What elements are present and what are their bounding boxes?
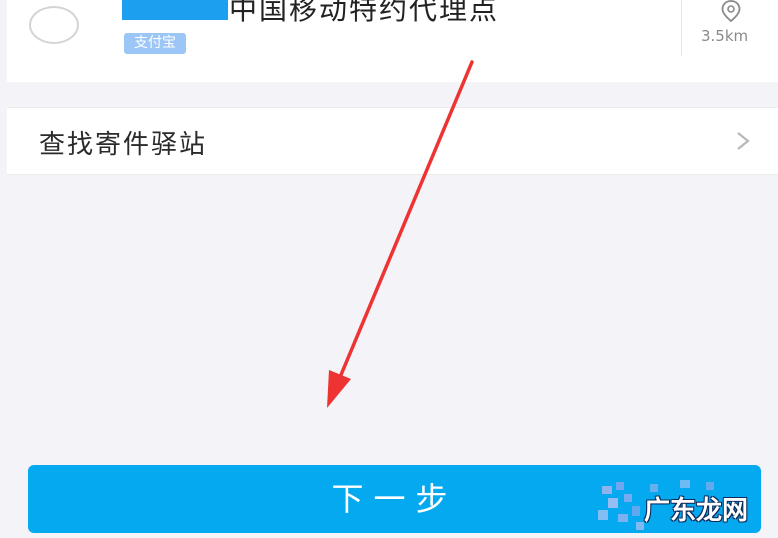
redaction-block [122, 0, 228, 20]
watermark-text: 广东龙网 [644, 496, 749, 526]
distance-label: 3.5km [701, 27, 749, 45]
chevron-right-icon [737, 132, 750, 150]
radio-unchecked-icon[interactable] [29, 6, 79, 44]
location-pin-icon [721, 0, 741, 22]
find-station-row[interactable]: 查找寄件驿站 [7, 107, 778, 175]
payment-tag: 支付宝 [124, 33, 186, 54]
screen: 中国移动特约代理点 支付宝 3.5km 查找寄件驿站 下一步 广东龙网 [0, 0, 778, 538]
station-name: 中国移动特约代理点 [229, 0, 500, 26]
divider [681, 0, 682, 56]
station-card[interactable]: 中国移动特约代理点 支付宝 3.5km [7, 0, 778, 82]
find-station-label: 查找寄件驿站 [39, 130, 208, 160]
